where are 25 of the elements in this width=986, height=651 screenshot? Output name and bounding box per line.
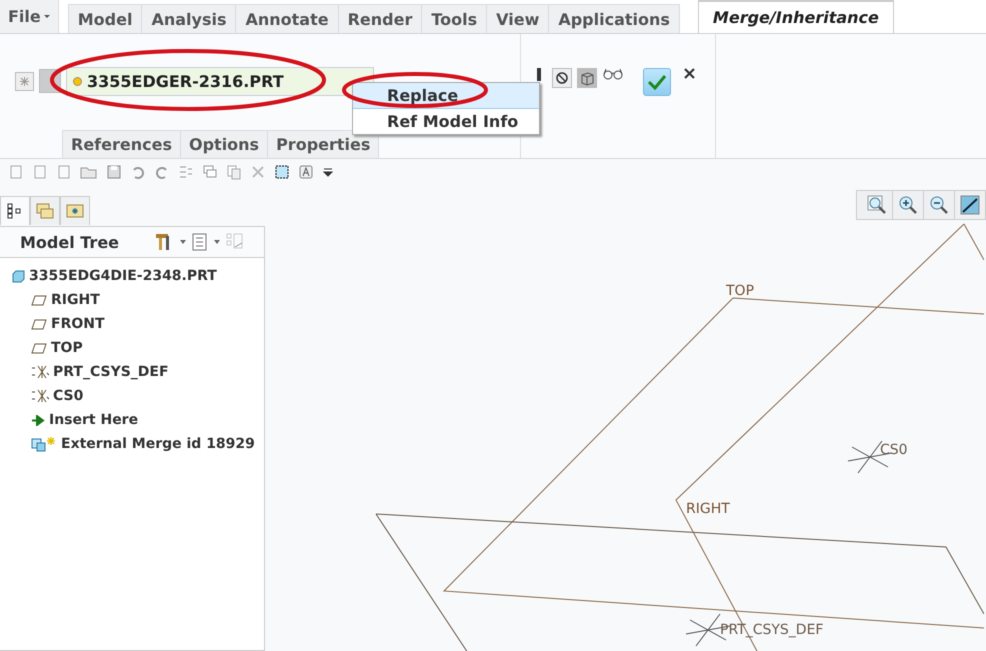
ribbon-tab[interactable]: Analysis <box>141 4 236 33</box>
datum-label: RIGHT <box>686 501 730 517</box>
tree-item[interactable]: CS0 <box>0 384 264 408</box>
ribbon-tab[interactable]: Merge/Inheritance <box>698 0 894 33</box>
panel-tab[interactable]: References <box>62 130 181 158</box>
tree-item[interactable]: 3355EDG4DIE-2348.PRT <box>0 264 264 288</box>
datum-label: CS0 <box>880 442 908 458</box>
tree-item[interactable]: PRT_CSYS_DEF <box>0 360 264 384</box>
tree-item[interactable]: External Merge id 18929 <box>0 432 264 456</box>
tree-item[interactable]: RIGHT <box>0 288 264 312</box>
ribbon-tab[interactable]: View <box>486 4 550 33</box>
tree-item[interactable]: FRONT <box>0 312 264 336</box>
panel-tab[interactable]: Properties <box>267 130 380 158</box>
tree-item[interactable]: Insert Here <box>0 408 264 432</box>
ribbon-tab[interactable]: Tools <box>421 4 488 33</box>
ribbon-tab[interactable]: Annotate <box>235 4 339 33</box>
datum-label: TOP <box>726 283 754 299</box>
panel-tab[interactable]: Options <box>180 130 268 158</box>
ribbon-tab[interactable]: Applications <box>548 4 680 33</box>
tree-item[interactable]: TOP <box>0 336 264 360</box>
ribbon-tab[interactable]: Render <box>338 4 422 33</box>
panel-title: Model Tree <box>20 232 120 252</box>
ribbon-tab[interactable]: Model <box>68 4 142 33</box>
model-field[interactable]: 3355EDGER-2316.PRT <box>66 66 374 96</box>
file-menu[interactable]: File <box>0 0 59 33</box>
